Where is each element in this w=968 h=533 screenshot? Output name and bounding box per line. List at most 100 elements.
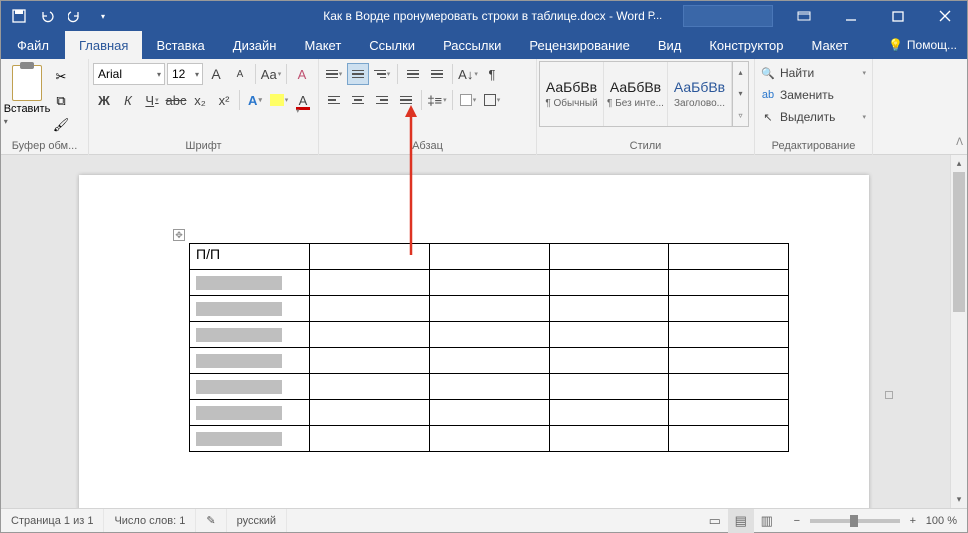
tab-table-layout[interactable]: Макет xyxy=(797,31,862,59)
cut-button[interactable]: ✂ xyxy=(51,67,71,87)
tab-design[interactable]: Дизайн xyxy=(219,31,291,59)
table-cell[interactable] xyxy=(669,348,789,374)
table-cell[interactable] xyxy=(190,348,310,374)
table-resize-handle[interactable] xyxy=(885,391,893,399)
table-cell[interactable] xyxy=(669,296,789,322)
table-cell[interactable] xyxy=(429,348,549,374)
zoom-value[interactable]: 100 % xyxy=(926,515,957,527)
table-cell[interactable] xyxy=(669,400,789,426)
tab-review[interactable]: Рецензирование xyxy=(515,31,643,59)
table-cell[interactable] xyxy=(429,322,549,348)
style-heading1[interactable]: АаБбВв Заголово... xyxy=(668,62,732,126)
document-table[interactable]: П/П xyxy=(189,243,789,452)
line-spacing-button[interactable]: ‡≡ xyxy=(426,89,448,111)
align-right-button[interactable] xyxy=(371,89,393,111)
select-button[interactable]: ↖Выделить xyxy=(761,107,866,127)
account-box[interactable] xyxy=(683,5,773,27)
superscript-button[interactable]: x² xyxy=(213,89,235,111)
save-button[interactable] xyxy=(7,4,31,28)
vertical-scrollbar[interactable]: ▴ ▾ xyxy=(950,155,967,508)
table-cell[interactable] xyxy=(310,426,430,452)
close-button[interactable] xyxy=(922,1,967,31)
underline-button[interactable]: Ч xyxy=(141,89,163,111)
bold-button[interactable]: Ж xyxy=(93,89,115,111)
tell-me[interactable]: 💡Помощ... xyxy=(878,31,967,59)
grow-font-button[interactable]: A xyxy=(205,63,227,85)
table-cell[interactable] xyxy=(310,270,430,296)
zoom-out-button[interactable]: − xyxy=(790,515,804,527)
status-page[interactable]: Страница 1 из 1 xyxy=(1,509,104,532)
font-size-combo[interactable]: 12 xyxy=(167,63,203,85)
text-effects-button[interactable]: A xyxy=(244,89,266,111)
tab-layout[interactable]: Макет xyxy=(290,31,355,59)
tab-references[interactable]: Ссылки xyxy=(355,31,429,59)
status-proofing[interactable]: ✎ xyxy=(196,509,226,532)
ribbon-options-button[interactable] xyxy=(781,1,826,31)
table-cell[interactable] xyxy=(310,296,430,322)
paste-button[interactable]: Вставить xyxy=(5,63,49,127)
table-cell[interactable] xyxy=(310,244,430,270)
styles-gallery[interactable]: АаБбВв ¶ Обычный АаБбВв ¶ Без инте... Аа… xyxy=(539,61,749,127)
table-cell[interactable] xyxy=(190,322,310,348)
replace-button[interactable]: abЗаменить xyxy=(761,85,866,105)
view-print-button[interactable]: ▤ xyxy=(728,509,754,533)
table-cell[interactable] xyxy=(669,244,789,270)
find-button[interactable]: 🔍Найти xyxy=(761,63,866,83)
table-cell[interactable] xyxy=(549,426,669,452)
table-cell[interactable] xyxy=(549,270,669,296)
shrink-font-button[interactable]: A xyxy=(229,63,251,85)
table-cell[interactable] xyxy=(429,270,549,296)
style-nospace[interactable]: АаБбВв ¶ Без инте... xyxy=(604,62,668,126)
table-cell[interactable] xyxy=(429,296,549,322)
show-marks-button[interactable]: ¶ xyxy=(481,63,503,85)
scroll-down-button[interactable]: ▾ xyxy=(951,491,967,508)
tab-table-design[interactable]: Конструктор xyxy=(695,31,797,59)
align-center-button[interactable] xyxy=(347,89,369,111)
increase-indent-button[interactable] xyxy=(426,63,448,85)
tab-insert[interactable]: Вставка xyxy=(142,31,218,59)
table-cell[interactable] xyxy=(429,374,549,400)
styles-scroll-down[interactable]: ▾ xyxy=(733,83,748,104)
change-case-button[interactable]: Aa xyxy=(260,63,282,85)
styles-expand[interactable]: ▿ xyxy=(733,105,748,126)
page[interactable]: ✥ П/П xyxy=(79,175,869,508)
strikethrough-button[interactable]: abc xyxy=(165,89,187,111)
justify-button[interactable] xyxy=(395,89,417,111)
sort-button[interactable]: A↓ xyxy=(457,63,479,85)
highlight-button[interactable] xyxy=(268,89,290,111)
table-cell[interactable] xyxy=(549,400,669,426)
table-cell-header[interactable]: П/П xyxy=(190,244,310,270)
table-cell[interactable] xyxy=(549,374,669,400)
clear-formatting-button[interactable]: A xyxy=(291,63,313,85)
decrease-indent-button[interactable] xyxy=(402,63,424,85)
table-cell[interactable] xyxy=(669,322,789,348)
status-language[interactable]: русский xyxy=(227,509,287,532)
minimize-button[interactable] xyxy=(828,1,873,31)
scroll-up-button[interactable]: ▴ xyxy=(951,155,967,172)
view-web-button[interactable]: ▥ xyxy=(754,509,780,533)
table-cell[interactable] xyxy=(429,244,549,270)
table-cell[interactable] xyxy=(549,322,669,348)
bullets-button[interactable] xyxy=(323,63,345,85)
zoom-slider[interactable] xyxy=(810,519,900,523)
table-cell[interactable] xyxy=(669,270,789,296)
tab-mailings[interactable]: Рассылки xyxy=(429,31,515,59)
table-cell[interactable] xyxy=(310,322,430,348)
redo-button[interactable] xyxy=(63,4,87,28)
italic-button[interactable]: К xyxy=(117,89,139,111)
table-cell[interactable] xyxy=(190,270,310,296)
table-cell[interactable] xyxy=(669,426,789,452)
table-cell[interactable] xyxy=(190,296,310,322)
table-cell[interactable] xyxy=(310,348,430,374)
format-painter-button[interactable]: 🖌 xyxy=(51,115,71,135)
numbering-button[interactable] xyxy=(347,63,369,85)
table-cell[interactable] xyxy=(429,400,549,426)
table-cell[interactable] xyxy=(190,374,310,400)
style-normal[interactable]: АаБбВв ¶ Обычный xyxy=(540,62,604,126)
zoom-in-button[interactable]: + xyxy=(906,515,920,527)
table-cell[interactable] xyxy=(549,244,669,270)
table-cell[interactable] xyxy=(190,426,310,452)
table-cell[interactable] xyxy=(429,426,549,452)
font-color-button[interactable]: A xyxy=(292,89,314,111)
shading-button[interactable] xyxy=(457,89,479,111)
